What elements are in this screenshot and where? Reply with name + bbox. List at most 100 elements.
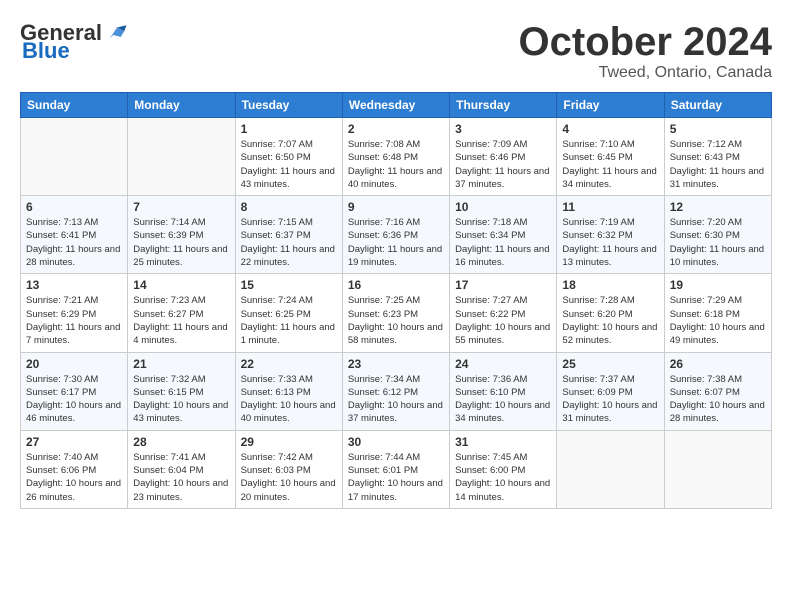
day-info-18: Sunrise: 7:28 AMSunset: 6:20 PMDaylight:…	[562, 294, 658, 347]
subtitle: Tweed, Ontario, Canada	[519, 64, 772, 82]
calendar-table: Sunday Monday Tuesday Wednesday Thursday…	[20, 92, 772, 509]
day-info-8: Sunrise: 7:15 AMSunset: 6:37 PMDaylight:…	[241, 216, 337, 269]
cell-4-2: 29 Sunrise: 7:42 AMSunset: 6:03 PMDayligh…	[235, 430, 342, 508]
day-number-24: 24	[455, 357, 551, 371]
day-info-14: Sunrise: 7:23 AMSunset: 6:27 PMDaylight:…	[133, 294, 229, 347]
day-info-3: Sunrise: 7:09 AMSunset: 6:46 PMDaylight:…	[455, 138, 551, 191]
day-number-10: 10	[455, 200, 551, 214]
cell-1-0: 6 Sunrise: 7:13 AMSunset: 6:41 PMDaylight…	[21, 196, 128, 274]
day-number-5: 5	[670, 122, 766, 136]
cell-3-0: 20Sunrise: 7:30 AMSunset: 6:17 PMDayligh…	[21, 352, 128, 430]
logo-bird-icon	[106, 22, 128, 44]
day-number-15: 15	[241, 278, 337, 292]
cell-4-0: 27Sunrise: 7:40 AMSunset: 6:06 PMDayligh…	[21, 430, 128, 508]
day-number-30: 30	[348, 435, 444, 449]
day-number-19: 19	[670, 278, 766, 292]
cell-0-1	[128, 118, 235, 196]
cell-2-4: 17 Sunrise: 7:27 AMSunset: 6:22 PMDayligh…	[450, 274, 557, 352]
day-number-29: 29	[241, 435, 337, 449]
title-block: October 2024 Tweed, Ontario, Canada	[519, 20, 772, 82]
header-wednesday: Wednesday	[342, 93, 449, 118]
day-info-26: Sunrise: 7:38 AMSunset: 6:07 PMDaylight:…	[670, 373, 766, 426]
cell-2-5: 18Sunrise: 7:28 AMSunset: 6:20 PMDayligh…	[557, 274, 664, 352]
day-info-16: Sunrise: 7:25 AMSunset: 6:23 PMDaylight:…	[348, 294, 444, 347]
header-friday: Friday	[557, 93, 664, 118]
day-info-28: Sunrise: 7:41 AMSunset: 6:04 PMDaylight:…	[133, 451, 229, 504]
day-info-10: Sunrise: 7:18 AMSunset: 6:34 PMDaylight:…	[455, 216, 551, 269]
day-info-2: Sunrise: 7:08 AMSunset: 6:48 PMDaylight:…	[348, 138, 444, 191]
cell-4-3: 30 Sunrise: 7:44 AMSunset: 6:01 PMDayligh…	[342, 430, 449, 508]
header: General Blue October 2024 Tweed, Ontario…	[20, 20, 772, 82]
cell-0-5: 4Sunrise: 7:10 AMSunset: 6:45 PMDaylight…	[557, 118, 664, 196]
day-info-1: Sunrise: 7:07 AMSunset: 6:50 PMDaylight:…	[241, 138, 337, 191]
cell-2-3: 16 Sunrise: 7:25 AMSunset: 6:23 PMDayligh…	[342, 274, 449, 352]
header-saturday: Saturday	[664, 93, 771, 118]
day-info-27: Sunrise: 7:40 AMSunset: 6:06 PMDaylight:…	[26, 451, 122, 504]
day-info-5: Sunrise: 7:12 AMSunset: 6:43 PMDaylight:…	[670, 138, 766, 191]
day-number-17: 17	[455, 278, 551, 292]
day-number-20: 20	[26, 357, 122, 371]
day-info-7: Sunrise: 7:14 AMSunset: 6:39 PMDaylight:…	[133, 216, 229, 269]
logo: General Blue	[20, 20, 128, 64]
logo-blue-text: Blue	[20, 38, 70, 64]
cell-2-6: 19 Sunrise: 7:29 AMSunset: 6:18 PMDayligh…	[664, 274, 771, 352]
cell-2-1: 14 Sunrise: 7:23 AMSunset: 6:27 PMDayligh…	[128, 274, 235, 352]
cell-1-5: 11 Sunrise: 7:19 AMSunset: 6:32 PMDayligh…	[557, 196, 664, 274]
day-info-17: Sunrise: 7:27 AMSunset: 6:22 PMDaylight:…	[455, 294, 551, 347]
day-number-14: 14	[133, 278, 229, 292]
day-number-3: 3	[455, 122, 551, 136]
day-number-11: 11	[562, 200, 658, 214]
header-monday: Monday	[128, 93, 235, 118]
cell-3-3: 23Sunrise: 7:34 AMSunset: 6:12 PMDayligh…	[342, 352, 449, 430]
day-info-30: Sunrise: 7:44 AMSunset: 6:01 PMDaylight:…	[348, 451, 444, 504]
day-number-8: 8	[241, 200, 337, 214]
day-info-12: Sunrise: 7:20 AMSunset: 6:30 PMDaylight:…	[670, 216, 766, 269]
cell-0-6: 5 Sunrise: 7:12 AMSunset: 6:43 PMDaylight…	[664, 118, 771, 196]
day-number-16: 16	[348, 278, 444, 292]
week-row-3: 13 Sunrise: 7:21 AMSunset: 6:29 PMDayligh…	[21, 274, 772, 352]
cell-4-6	[664, 430, 771, 508]
page: General Blue October 2024 Tweed, Ontario…	[0, 0, 792, 519]
weekday-header-row: Sunday Monday Tuesday Wednesday Thursday…	[21, 93, 772, 118]
cell-3-5: 25Sunrise: 7:37 AMSunset: 6:09 PMDayligh…	[557, 352, 664, 430]
cell-1-3: 9Sunrise: 7:16 AMSunset: 6:36 PMDaylight…	[342, 196, 449, 274]
day-number-13: 13	[26, 278, 122, 292]
day-number-25: 25	[562, 357, 658, 371]
day-number-28: 28	[133, 435, 229, 449]
cell-0-0	[21, 118, 128, 196]
header-thursday: Thursday	[450, 93, 557, 118]
day-info-13: Sunrise: 7:21 AMSunset: 6:29 PMDaylight:…	[26, 294, 122, 347]
day-info-6: Sunrise: 7:13 AMSunset: 6:41 PMDaylight:…	[26, 216, 122, 269]
cell-0-2: 1 Sunrise: 7:07 AMSunset: 6:50 PMDaylight…	[235, 118, 342, 196]
header-tuesday: Tuesday	[235, 93, 342, 118]
day-number-26: 26	[670, 357, 766, 371]
day-info-19: Sunrise: 7:29 AMSunset: 6:18 PMDaylight:…	[670, 294, 766, 347]
week-row-4: 20Sunrise: 7:30 AMSunset: 6:17 PMDayligh…	[21, 352, 772, 430]
day-number-12: 12	[670, 200, 766, 214]
day-number-31: 31	[455, 435, 551, 449]
cell-3-1: 21Sunrise: 7:32 AMSunset: 6:15 PMDayligh…	[128, 352, 235, 430]
header-sunday: Sunday	[21, 93, 128, 118]
day-info-22: Sunrise: 7:33 AMSunset: 6:13 PMDaylight:…	[241, 373, 337, 426]
cell-3-4: 24Sunrise: 7:36 AMSunset: 6:10 PMDayligh…	[450, 352, 557, 430]
day-number-7: 7	[133, 200, 229, 214]
day-info-15: Sunrise: 7:24 AMSunset: 6:25 PMDaylight:…	[241, 294, 337, 347]
month-title: October 2024	[519, 20, 772, 64]
cell-3-6: 26 Sunrise: 7:38 AMSunset: 6:07 PMDayligh…	[664, 352, 771, 430]
cell-1-1: 7 Sunrise: 7:14 AMSunset: 6:39 PMDaylight…	[128, 196, 235, 274]
week-row-2: 6 Sunrise: 7:13 AMSunset: 6:41 PMDaylight…	[21, 196, 772, 274]
cell-4-1: 28 Sunrise: 7:41 AMSunset: 6:04 PMDayligh…	[128, 430, 235, 508]
cell-3-2: 22Sunrise: 7:33 AMSunset: 6:13 PMDayligh…	[235, 352, 342, 430]
day-info-4: Sunrise: 7:10 AMSunset: 6:45 PMDaylight:…	[562, 138, 658, 191]
cell-4-5	[557, 430, 664, 508]
cell-1-4: 10 Sunrise: 7:18 AMSunset: 6:34 PMDayligh…	[450, 196, 557, 274]
day-info-9: Sunrise: 7:16 AMSunset: 6:36 PMDaylight:…	[348, 216, 444, 269]
cell-1-6: 12 Sunrise: 7:20 AMSunset: 6:30 PMDayligh…	[664, 196, 771, 274]
day-info-29: Sunrise: 7:42 AMSunset: 6:03 PMDaylight:…	[241, 451, 337, 504]
cell-1-2: 8 Sunrise: 7:15 AMSunset: 6:37 PMDaylight…	[235, 196, 342, 274]
day-number-6: 6	[26, 200, 122, 214]
day-number-23: 23	[348, 357, 444, 371]
day-number-1: 1	[241, 122, 337, 136]
week-row-1: 1 Sunrise: 7:07 AMSunset: 6:50 PMDaylight…	[21, 118, 772, 196]
day-info-11: Sunrise: 7:19 AMSunset: 6:32 PMDaylight:…	[562, 216, 658, 269]
